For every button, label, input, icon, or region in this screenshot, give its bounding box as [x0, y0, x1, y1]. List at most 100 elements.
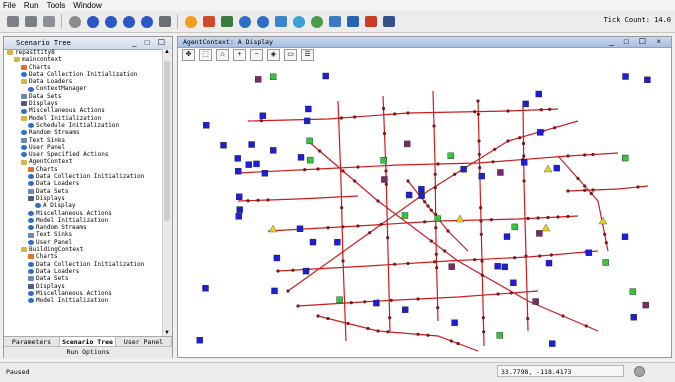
- agent-blue[interactable]: [451, 319, 458, 326]
- tree-node[interactable]: Model Initialization: [4, 115, 164, 122]
- zoom-in-icon[interactable]: +: [233, 49, 246, 61]
- agent-blue[interactable]: [503, 233, 511, 240]
- agent-blue[interactable]: [259, 112, 266, 119]
- agent-green[interactable]: [496, 332, 503, 339]
- agent-blue[interactable]: [236, 193, 243, 201]
- agent-blue[interactable]: [549, 340, 556, 347]
- fit-icon[interactable]: ◈: [267, 49, 280, 61]
- tree-node[interactable]: AgentContext: [4, 158, 164, 165]
- agent-green[interactable]: [629, 288, 636, 295]
- tree-node[interactable]: BuildingContext: [4, 246, 164, 253]
- scroll-up-icon[interactable]: ▲: [164, 49, 170, 55]
- globe2-icon[interactable]: [255, 14, 270, 29]
- tree-node[interactable]: repasttity8: [4, 49, 164, 56]
- measure-icon[interactable]: ▭: [284, 49, 297, 61]
- scroll-thumb[interactable]: [164, 61, 170, 221]
- menu-tools[interactable]: Tools: [47, 1, 66, 10]
- agent-blue[interactable]: [202, 285, 209, 292]
- run-options-button[interactable]: Run Options: [4, 346, 172, 358]
- agent-green[interactable]: [447, 152, 454, 160]
- save-as-icon[interactable]: [23, 14, 38, 29]
- globe-icon[interactable]: [237, 14, 252, 29]
- agent-green[interactable]: [307, 156, 314, 164]
- agent-blue[interactable]: [521, 159, 528, 166]
- map-display[interactable]: [178, 61, 671, 357]
- play-icon[interactable]: [103, 14, 118, 29]
- agent-blue[interactable]: [236, 206, 243, 213]
- step-icon[interactable]: [85, 14, 100, 29]
- agent-green[interactable]: [511, 223, 518, 231]
- tree-node[interactable]: Miscellaneous Actions: [4, 290, 164, 297]
- agent-green[interactable]: [622, 154, 629, 162]
- agent-blue[interactable]: [322, 72, 329, 80]
- tree-node[interactable]: Charts: [4, 253, 164, 260]
- triangle-marker[interactable]: [541, 223, 551, 232]
- agent-blue[interactable]: [537, 129, 544, 136]
- image-icon[interactable]: [327, 14, 342, 29]
- tree-scrollbar[interactable]: ▲ ▼: [162, 49, 172, 336]
- agent-blue[interactable]: [553, 164, 560, 172]
- agent-green[interactable]: [602, 259, 609, 266]
- tree-node[interactable]: Data Sets: [4, 188, 164, 195]
- agent-blue[interactable]: [630, 313, 637, 321]
- menu-file[interactable]: File: [3, 1, 16, 10]
- agent-blue[interactable]: [418, 185, 425, 193]
- agent-blue[interactable]: [235, 213, 242, 220]
- display-window-controls[interactable]: _ □ ☐ ×: [609, 37, 665, 46]
- agent-purple[interactable]: [448, 263, 455, 270]
- tree-node[interactable]: ContextManager: [4, 85, 164, 92]
- agent-blue[interactable]: [303, 117, 311, 125]
- reset-icon[interactable]: [157, 14, 172, 29]
- tree-node[interactable]: Displays: [4, 283, 164, 290]
- agent-blue[interactable]: [253, 160, 260, 168]
- tree-node[interactable]: Data Sets: [4, 275, 164, 282]
- agent-blue[interactable]: [235, 167, 242, 175]
- agent-green[interactable]: [336, 296, 343, 304]
- agent-blue[interactable]: [234, 155, 241, 162]
- agent-green[interactable]: [401, 212, 409, 219]
- tree-node[interactable]: Model Initialization: [4, 217, 164, 224]
- triangle-marker[interactable]: [543, 164, 553, 173]
- agent-blue[interactable]: [273, 254, 281, 262]
- tree-node[interactable]: Data Collection Initialization: [4, 261, 164, 268]
- tree-node[interactable]: Data Loaders: [4, 268, 164, 275]
- world-icon[interactable]: [291, 14, 306, 29]
- tree-node[interactable]: Data Loaders: [4, 180, 164, 187]
- tree-node[interactable]: Data Collection Initialization: [4, 173, 164, 180]
- agent-blue[interactable]: [545, 259, 553, 267]
- agent-blue[interactable]: [501, 263, 508, 271]
- agent-blue[interactable]: [203, 122, 210, 129]
- agent-blue[interactable]: [405, 191, 413, 199]
- agent-blue[interactable]: [373, 299, 380, 307]
- tree-node[interactable]: Displays: [4, 100, 164, 107]
- table-icon[interactable]: [219, 14, 234, 29]
- agent-purple[interactable]: [254, 76, 262, 83]
- agent-blue[interactable]: [245, 161, 252, 168]
- tree-node[interactable]: maincontext: [4, 56, 164, 63]
- init-icon[interactable]: [67, 14, 82, 29]
- agent-blue[interactable]: [196, 337, 203, 344]
- agent-blue[interactable]: [309, 238, 317, 246]
- agent-blue[interactable]: [270, 147, 277, 154]
- tree-node[interactable]: Data Collection Initialization: [4, 71, 164, 78]
- agent-blue[interactable]: [334, 238, 341, 246]
- tree-node[interactable]: User Specified Actions: [4, 151, 164, 158]
- agent-blue[interactable]: [271, 287, 278, 295]
- save-icon[interactable]: [5, 14, 20, 29]
- agent-blue[interactable]: [296, 225, 304, 232]
- agent-purple[interactable]: [532, 298, 539, 305]
- agent-purple[interactable]: [642, 301, 649, 309]
- triangle-marker[interactable]: [455, 214, 465, 223]
- menu-window[interactable]: Window: [73, 1, 101, 10]
- tree-node[interactable]: Charts: [4, 166, 164, 173]
- agent-blue[interactable]: [418, 192, 425, 199]
- agent-blue[interactable]: [401, 306, 409, 313]
- tree-node[interactable]: Data Sets: [4, 93, 164, 100]
- tree-node[interactable]: Random Streams: [4, 224, 164, 231]
- person-icon[interactable]: [309, 14, 324, 29]
- stop-icon[interactable]: [121, 14, 136, 29]
- agent-blue[interactable]: [621, 233, 629, 241]
- agent-purple[interactable]: [497, 169, 504, 176]
- agent-blue[interactable]: [644, 76, 651, 84]
- tree-node[interactable]: Schedule Initialization: [4, 122, 164, 129]
